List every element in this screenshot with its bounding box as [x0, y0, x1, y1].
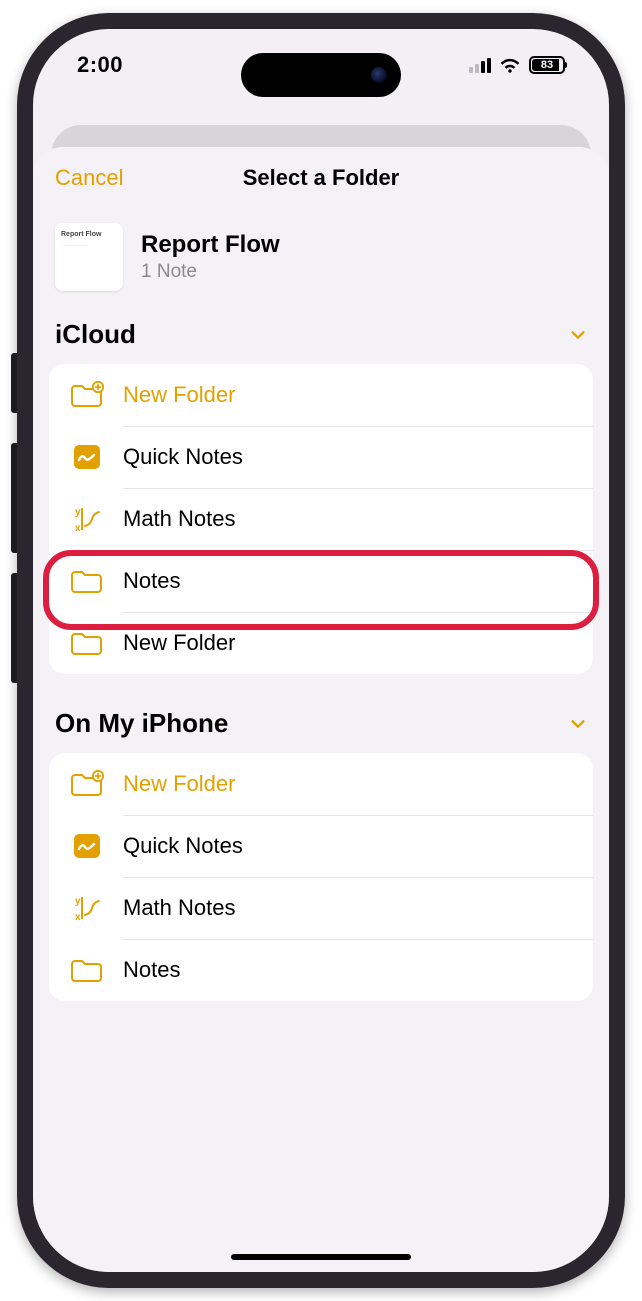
section-header-icloud[interactable]: iCloud — [33, 309, 609, 358]
folder-list-local: New Folder Quick Notes yx M — [49, 753, 593, 1001]
folder-row-quick-notes[interactable]: Quick Notes — [49, 426, 593, 488]
folder-list-icloud: New Folder Quick Notes yx M — [49, 364, 593, 674]
modal-title: Select a Folder — [243, 165, 400, 191]
note-preview-row: Report Flow - - - - - - - - - - - Report… — [33, 209, 609, 309]
math-icon: yx — [69, 893, 105, 923]
folder-plus-icon — [69, 380, 105, 410]
folder-icon — [69, 628, 105, 658]
modal-sheet: Cancel Select a Folder Report Flow - - -… — [33, 147, 609, 1272]
phone-frame: 2:00 83 — [17, 13, 625, 1288]
section-header-local[interactable]: On My iPhone — [33, 698, 609, 747]
row-label: New Folder — [123, 771, 235, 797]
row-label: Quick Notes — [123, 444, 243, 470]
folder-icon — [69, 566, 105, 596]
row-label: Notes — [123, 568, 180, 594]
new-folder-button[interactable]: New Folder — [49, 753, 593, 815]
svg-text:y: y — [75, 896, 81, 907]
home-indicator — [231, 1254, 411, 1260]
folder-plus-icon — [69, 769, 105, 799]
folder-row-math-notes[interactable]: yx Math Notes — [49, 877, 593, 939]
quick-note-icon — [69, 831, 105, 861]
new-folder-button[interactable]: New Folder — [49, 364, 593, 426]
row-label: Notes — [123, 957, 180, 983]
svg-text:x: x — [75, 523, 81, 534]
row-label: Quick Notes — [123, 833, 243, 859]
folder-row-notes[interactable]: Notes — [49, 939, 593, 1001]
svg-text:y: y — [75, 507, 81, 518]
svg-text:x: x — [75, 912, 81, 923]
chevron-down-icon — [569, 715, 587, 733]
folder-row-quick-notes[interactable]: Quick Notes — [49, 815, 593, 877]
note-count: 1 Note — [141, 261, 280, 283]
folder-icon — [69, 955, 105, 985]
section-title: iCloud — [55, 319, 136, 350]
folder-row-new-folder[interactable]: New Folder — [49, 612, 593, 674]
cellular-signal-icon — [469, 57, 491, 73]
row-label: New Folder — [123, 382, 235, 408]
section-title: On My iPhone — [55, 708, 228, 739]
screen: 2:00 83 — [33, 29, 609, 1272]
folder-row-math-notes[interactable]: yx Math Notes — [49, 488, 593, 550]
note-title: Report Flow — [141, 231, 280, 259]
battery-icon: 83 — [529, 56, 565, 74]
modal-nav-bar: Cancel Select a Folder — [33, 147, 609, 209]
quick-note-icon — [69, 442, 105, 472]
status-time: 2:00 — [77, 52, 123, 78]
row-label: Math Notes — [123, 895, 236, 921]
math-icon: yx — [69, 504, 105, 534]
wifi-icon — [499, 56, 521, 74]
row-label: New Folder — [123, 630, 235, 656]
folder-row-notes[interactable]: Notes — [49, 550, 593, 612]
note-thumbnail: Report Flow - - - - - - - - - - - — [55, 223, 123, 291]
battery-percent: 83 — [541, 59, 553, 71]
cancel-button[interactable]: Cancel — [55, 165, 123, 191]
chevron-down-icon — [569, 326, 587, 344]
row-label: Math Notes — [123, 506, 236, 532]
dynamic-island — [241, 53, 401, 97]
